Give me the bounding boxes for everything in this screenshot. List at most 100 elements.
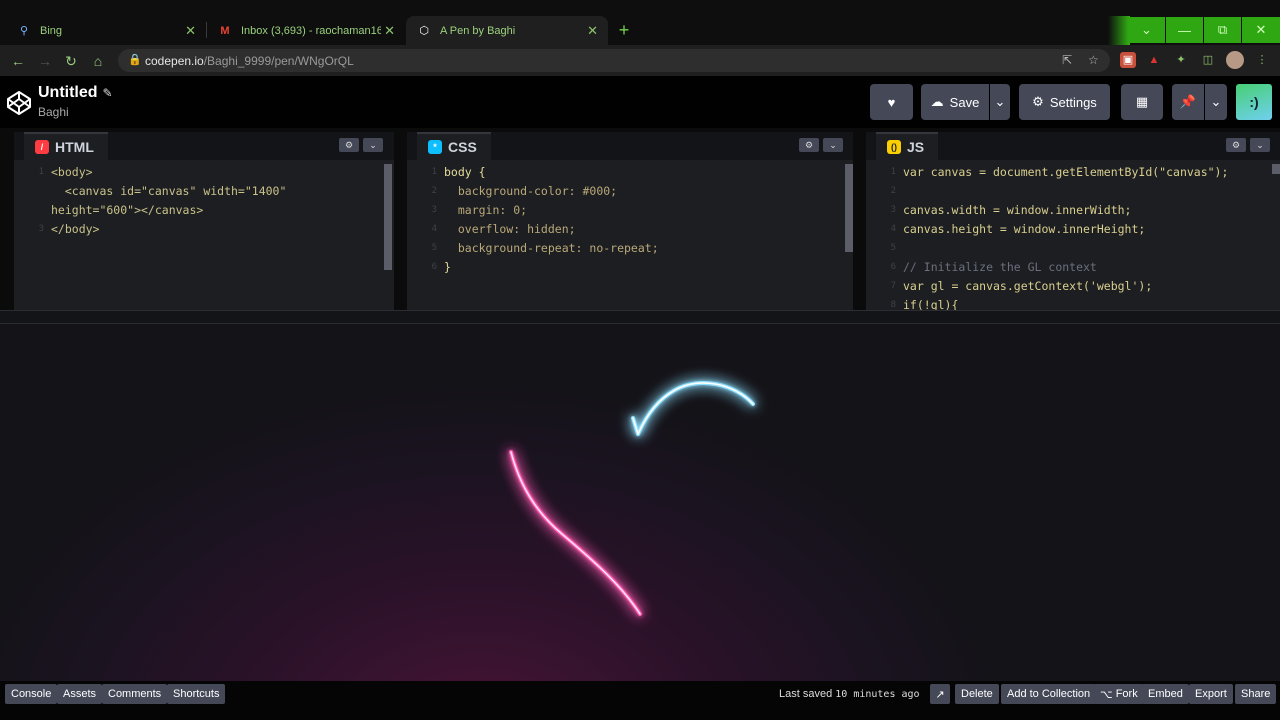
assets-button[interactable]: Assets bbox=[57, 684, 103, 704]
preview-canvas bbox=[0, 324, 1280, 681]
heart-icon: ♥ bbox=[887, 94, 896, 110]
url-host: codepen.io bbox=[145, 54, 204, 68]
code-line[interactable]: 8 if(!gl){ bbox=[866, 297, 1280, 310]
save-button[interactable]: ☁ Save bbox=[921, 84, 989, 120]
pen-author[interactable]: Baghi bbox=[38, 105, 69, 119]
open-external-button[interactable]: ↗ bbox=[930, 684, 950, 704]
love-button[interactable]: ♥ bbox=[870, 84, 913, 120]
new-tab-icon[interactable]: + bbox=[615, 21, 633, 39]
code-line[interactable]: 5 bbox=[866, 240, 1280, 259]
chevron-down-icon[interactable]: ⌄ bbox=[363, 138, 383, 152]
pen-title[interactable]: Untitled ✎ bbox=[38, 84, 113, 102]
lock-icon: 🔒 bbox=[128, 54, 142, 66]
code-line[interactable]: 1 body { bbox=[407, 164, 853, 183]
line-number: 4 bbox=[890, 224, 896, 234]
gear-icon[interactable]: ⚙ bbox=[339, 138, 359, 152]
share-button[interactable]: Share bbox=[1235, 684, 1277, 704]
chevron-down-icon[interactable]: ⌄ bbox=[1250, 138, 1270, 152]
reload-icon[interactable]: ↻ bbox=[63, 53, 79, 69]
side-panel-icon[interactable]: ◫ bbox=[1200, 52, 1216, 68]
home-icon[interactable]: ⌂ bbox=[90, 53, 106, 69]
tab-css[interactable]: * CSS bbox=[417, 132, 491, 160]
back-icon[interactable]: ← bbox=[10, 53, 26, 69]
close-icon[interactable]: ✕ bbox=[185, 23, 196, 39]
comments-button[interactable]: Comments bbox=[102, 684, 168, 704]
code-line[interactable]: 7 var gl = canvas.getContext('webgl'); bbox=[866, 278, 1280, 297]
code-line[interactable]: 3 canvas.width = window.innerWidth; bbox=[866, 202, 1280, 221]
code-line[interactable]: 6 // Initialize the GL context bbox=[866, 259, 1280, 278]
code-line[interactable]: 3 </body> bbox=[14, 221, 394, 240]
pin-dropdown-button[interactable]: ⌄ bbox=[1205, 84, 1227, 120]
user-avatar-button[interactable]: :) bbox=[1236, 84, 1272, 120]
browser-tab-codepen[interactable]: ⬡ A Pen by Baghi ✕ bbox=[406, 16, 608, 45]
fork-button[interactable]: ⌥ Fork bbox=[1094, 684, 1144, 704]
code-line[interactable]: 1 <body> bbox=[14, 164, 394, 183]
save-dropdown-button[interactable]: ⌄ bbox=[990, 84, 1010, 120]
code-line[interactable]: <canvas id="canvas" width="1400" bbox=[14, 183, 394, 202]
code-line[interactable]: 4 overflow: hidden; bbox=[407, 221, 853, 240]
embed-button[interactable]: Embed bbox=[1142, 684, 1189, 704]
code-text: <canvas id="canvas" width="1400" bbox=[51, 184, 287, 198]
html-scrollbar[interactable] bbox=[384, 164, 392, 270]
code-text: body { bbox=[444, 165, 486, 179]
code-line[interactable]: 4 canvas.height = window.innerHeight; bbox=[866, 221, 1280, 240]
close-window-icon[interactable]: ✕ bbox=[1242, 17, 1280, 43]
chevron-down-icon[interactable]: ⌄ bbox=[823, 138, 843, 152]
code-line[interactable]: 1 var canvas = document.getElementById("c… bbox=[866, 164, 1280, 183]
codepen-logo-icon[interactable] bbox=[6, 90, 32, 116]
tab-html[interactable]: / HTML bbox=[24, 132, 108, 160]
js-scrollbar[interactable] bbox=[1272, 164, 1280, 174]
extensions-puzzle-icon[interactable]: ✦ bbox=[1173, 52, 1189, 68]
code-text: <body> bbox=[51, 165, 93, 179]
html-editor[interactable]: / HTML ⚙ ⌄ 1 <body> <canvas id="canvas" wi… bbox=[14, 132, 394, 310]
codepen-icon: ⬡ bbox=[419, 25, 429, 37]
extension-icon[interactable]: ▲ bbox=[1146, 52, 1162, 68]
layout-button[interactable]: ▦ bbox=[1121, 84, 1163, 120]
export-button[interactable]: Export bbox=[1189, 684, 1233, 704]
forward-icon[interactable]: → bbox=[37, 53, 53, 69]
console-button[interactable]: Console bbox=[5, 684, 58, 704]
profile-avatar[interactable] bbox=[1226, 51, 1244, 69]
close-icon[interactable]: ✕ bbox=[384, 23, 395, 39]
code-line[interactable]: 6} bbox=[407, 259, 853, 278]
gear-icon[interactable]: ⚙ bbox=[799, 138, 819, 152]
tab-search-icon[interactable]: ⌄ bbox=[1128, 17, 1165, 43]
settings-label: Settings bbox=[1049, 94, 1097, 110]
address-bar[interactable]: 🔒 codepen.io/Baghi_9999/pen/WNgOrQL ⇱ ☆ bbox=[118, 49, 1110, 72]
line-number: 3 bbox=[890, 205, 896, 215]
share-icon[interactable]: ⇱ bbox=[1062, 53, 1072, 67]
extension-icon[interactable]: ▣ bbox=[1120, 52, 1136, 68]
code-line[interactable]: height="600"></canvas> bbox=[14, 202, 394, 221]
add-to-collection-button[interactable]: Add to Collection bbox=[1001, 684, 1097, 704]
css-scrollbar[interactable] bbox=[845, 164, 853, 252]
code-line[interactable]: 2 background-color: #000; bbox=[407, 183, 853, 202]
code-line[interactable]: 3 margin: 0; bbox=[407, 202, 853, 221]
restore-icon[interactable]: ⧉ bbox=[1204, 17, 1241, 43]
pin-button[interactable]: 📌 bbox=[1172, 84, 1204, 120]
browser-tab-bing[interactable]: ⚲ Bing ✕ bbox=[6, 16, 206, 45]
code-line[interactable]: 5 background-repeat: no-repeat; bbox=[407, 240, 853, 259]
pen-title-text: Untitled bbox=[38, 84, 98, 101]
bookmark-star-icon[interactable]: ☆ bbox=[1088, 53, 1099, 67]
pencil-icon[interactable]: ✎ bbox=[103, 86, 113, 100]
line-number: 8 bbox=[890, 300, 896, 310]
js-icon: () bbox=[887, 140, 901, 154]
js-code[interactable]: 1 var canvas = document.getElementById("c… bbox=[866, 164, 1280, 310]
line-number: 6 bbox=[890, 262, 896, 272]
browser-tab-gmail[interactable]: M Inbox (3,693) - raochaman168@g ✕ bbox=[207, 16, 405, 45]
menu-kebab-icon[interactable]: ⋮ bbox=[1254, 52, 1270, 68]
code-line[interactable]: 2 bbox=[866, 183, 1280, 202]
tab-js[interactable]: () JS bbox=[876, 132, 939, 160]
close-icon[interactable]: ✕ bbox=[587, 23, 598, 39]
gear-icon[interactable]: ⚙ bbox=[1226, 138, 1246, 152]
minimize-icon[interactable]: — bbox=[1166, 17, 1203, 43]
css-editor-header: * CSS ⚙ ⌄ bbox=[407, 132, 853, 160]
css-label: CSS bbox=[448, 139, 477, 155]
line-number: 5 bbox=[431, 243, 437, 253]
settings-button[interactable]: ⚙ Settings bbox=[1019, 84, 1110, 120]
shortcuts-button[interactable]: Shortcuts bbox=[167, 684, 226, 704]
editor-preview-resizer[interactable] bbox=[0, 310, 1280, 324]
delete-button[interactable]: Delete bbox=[955, 684, 999, 704]
js-editor[interactable]: () JS ⚙ ⌄ 1 var canvas = document.getEleme… bbox=[866, 132, 1280, 310]
css-editor[interactable]: * CSS ⚙ ⌄ 1 body {2 background-color: #000… bbox=[407, 132, 853, 310]
